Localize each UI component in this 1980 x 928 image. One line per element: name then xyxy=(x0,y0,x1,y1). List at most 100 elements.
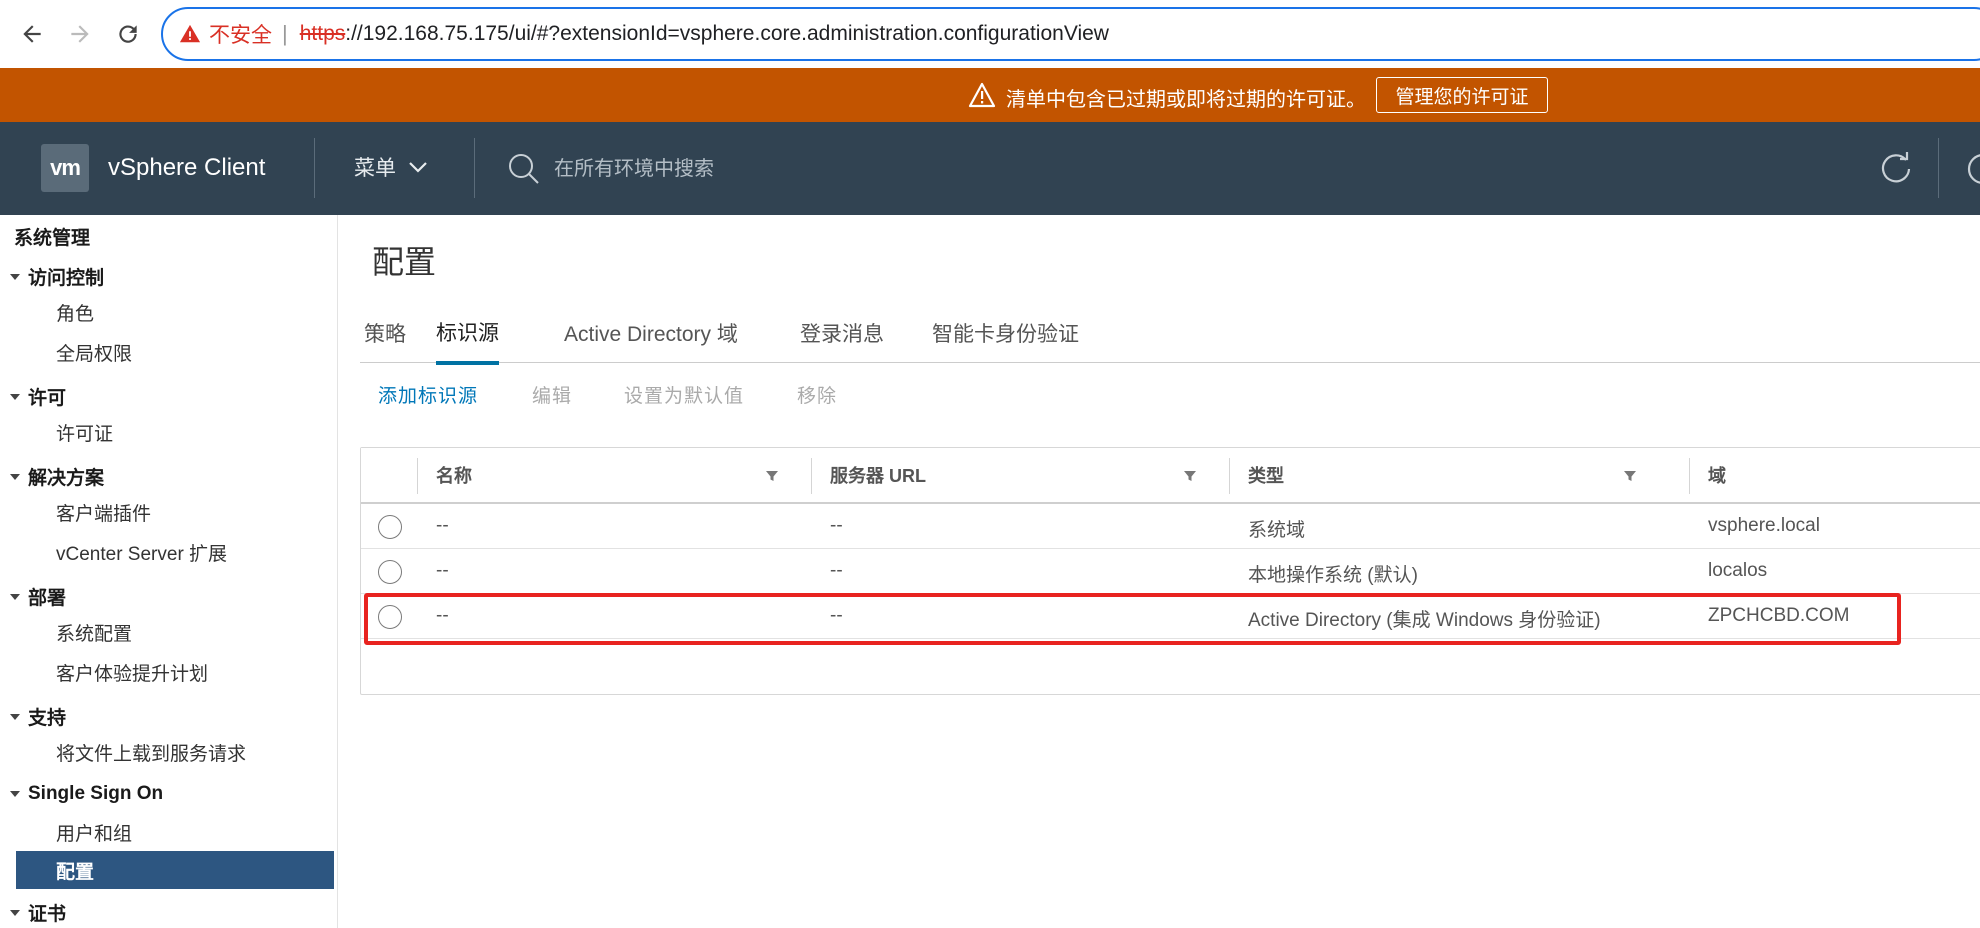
caret-down-icon xyxy=(10,909,20,916)
warning-icon[interactable] xyxy=(179,23,201,45)
refresh-icon[interactable] xyxy=(1876,149,1916,189)
browser-toolbar: 不安全 | https ://192.168.75.175/ui/#?exten… xyxy=(0,0,1980,68)
tab-active-directory-domain[interactable]: Active Directory 域 xyxy=(564,303,738,363)
add-identity-source-button[interactable]: 添加标识源 xyxy=(378,381,478,408)
sidebar-group-label: Single Sign On xyxy=(28,783,164,804)
license-banner: 清单中包含已过期或即将过期的许可证。 管理您的许可证 xyxy=(0,68,1980,122)
global-search[interactable] xyxy=(506,146,1026,192)
sidebar-item-global-permissions[interactable]: 全局权限 xyxy=(16,333,334,371)
chevron-down-icon xyxy=(409,162,427,173)
warning-icon xyxy=(968,82,996,108)
sidebar-group-support[interactable]: 支持 xyxy=(10,703,66,730)
cell-name: -- xyxy=(436,560,449,581)
table-row[interactable]: -- -- 本地操作系统 (默认) localos xyxy=(361,549,1980,594)
sidebar-item-upload-file[interactable]: 将文件上载到服务请求 xyxy=(16,733,334,771)
table-row[interactable]: -- -- 系统域 vsphere.local xyxy=(361,504,1980,549)
sidebar-group-label: 证书 xyxy=(28,904,67,925)
set-default-button[interactable]: 设置为默认值 xyxy=(624,381,744,408)
sidebar-group-access-control[interactable]: 访问控制 xyxy=(10,263,104,290)
caret-down-icon xyxy=(10,593,20,600)
column-separator xyxy=(811,458,812,494)
tab-smart-card[interactable]: 智能卡身份验证 xyxy=(932,303,1079,363)
sidebar-item-users-groups[interactable]: 用户和组 xyxy=(16,813,334,851)
url-text: ://192.168.75.175/ui/#?extensionId=vsphe… xyxy=(345,22,1109,45)
identity-sources-table: 名称 服务器 URL 类型 域 -- -- 系统域 vsphere.local … xyxy=(360,447,1980,695)
back-icon[interactable] xyxy=(12,14,52,54)
vm-logo: vm xyxy=(41,144,89,192)
menu-label: 菜单 xyxy=(354,157,396,180)
tab-login-message[interactable]: 登录消息 xyxy=(800,303,884,363)
tab-bar: 策略 标识源 Active Directory 域 登录消息 智能卡身份验证 xyxy=(360,303,1980,365)
column-separator xyxy=(417,458,418,494)
sidebar-item-vcenter-extensions[interactable]: vCenter Server 扩展 xyxy=(16,533,334,571)
row-select-radio[interactable] xyxy=(378,560,402,584)
caret-down-icon xyxy=(10,713,20,720)
search-icon xyxy=(509,154,539,184)
cell-server-url: -- xyxy=(830,560,843,581)
column-header-name[interactable]: 名称 xyxy=(436,448,472,502)
page-title: 配置 xyxy=(372,244,437,280)
tab-identity-sources[interactable]: 标识源 xyxy=(436,303,499,365)
row-select-radio[interactable] xyxy=(378,515,402,539)
tab-policies[interactable]: 策略 xyxy=(364,303,406,363)
cell-server-url: -- xyxy=(830,605,843,626)
reload-icon[interactable] xyxy=(108,14,148,54)
cell-domain: ZPCHCBD.COM xyxy=(1708,605,1850,626)
sidebar-item-client-plugins[interactable]: 客户端插件 xyxy=(16,493,334,531)
search-input[interactable] xyxy=(554,157,994,181)
sidebar-group-label: 解决方案 xyxy=(28,468,105,489)
sidebar-group-certificates[interactable]: 证书 xyxy=(10,899,66,926)
caret-down-icon xyxy=(10,273,20,280)
address-bar[interactable]: 不安全 | https ://192.168.75.175/ui/#?exten… xyxy=(161,7,1980,61)
cell-type: Active Directory (集成 Windows 身份验证) xyxy=(1248,610,1601,631)
table-row[interactable]: -- -- Active Directory (集成 Windows 身份验证)… xyxy=(361,594,1980,639)
cell-type: 系统域 xyxy=(1248,520,1306,541)
sidebar-item-roles[interactable]: 角色 xyxy=(16,293,334,331)
column-header-type[interactable]: 类型 xyxy=(1248,448,1284,502)
row-select-radio[interactable] xyxy=(378,605,402,629)
forward-icon[interactable] xyxy=(60,14,100,54)
main-content: 配置 策略 标识源 Active Directory 域 登录消息 智能卡身份验… xyxy=(338,215,1980,928)
manage-licenses-button[interactable]: 管理您的许可证 xyxy=(1376,77,1548,113)
banner-message: 清单中包含已过期或即将过期的许可证。 xyxy=(1006,89,1366,111)
sidebar-group-sso[interactable]: Single Sign On xyxy=(10,783,163,805)
table-header: 名称 服务器 URL 类型 域 xyxy=(361,448,1980,504)
insecure-label[interactable]: 不安全 xyxy=(209,19,272,49)
cell-domain: localos xyxy=(1708,560,1768,581)
caret-down-icon xyxy=(10,473,20,480)
column-separator xyxy=(1229,458,1230,494)
cell-domain: vsphere.local xyxy=(1708,515,1820,536)
cell-name: -- xyxy=(436,605,449,626)
sidebar-group-deployment[interactable]: 部署 xyxy=(10,583,66,610)
caret-down-icon xyxy=(10,393,20,400)
column-header-domain[interactable]: 域 xyxy=(1708,448,1726,502)
caret-down-icon xyxy=(10,791,20,797)
sidebar-group-licensing[interactable]: 许可 xyxy=(10,383,66,410)
menu-button[interactable]: 菜单 xyxy=(354,152,428,182)
sidebar-group-label: 支持 xyxy=(28,708,67,729)
sidebar: 系统管理 访问控制 角色 全局权限 许可 许可证 解决方案 客户端插件 vCen… xyxy=(0,215,338,928)
sidebar-group-label: 访问控制 xyxy=(28,268,105,289)
sidebar-item-ceip[interactable]: 客户体验提升计划 xyxy=(16,653,334,691)
sidebar-root[interactable]: 系统管理 xyxy=(14,223,90,250)
filter-icon[interactable] xyxy=(1623,469,1637,483)
filter-icon[interactable] xyxy=(1183,469,1197,483)
filter-icon[interactable] xyxy=(765,469,779,483)
column-header-server-url[interactable]: 服务器 URL xyxy=(830,448,926,502)
url-scheme: https xyxy=(299,22,346,45)
header-divider xyxy=(314,138,315,198)
sidebar-item-system-configuration[interactable]: 系统配置 xyxy=(16,613,334,651)
cell-server-url: -- xyxy=(830,515,843,536)
sidebar-item-licenses[interactable]: 许可证 xyxy=(16,413,334,451)
url-separator: | xyxy=(282,21,288,46)
cell-type: 本地操作系统 (默认) xyxy=(1248,565,1418,586)
app-title[interactable]: vSphere Client xyxy=(108,154,265,182)
sidebar-item-configuration[interactable]: 配置 xyxy=(16,851,334,889)
edit-button[interactable]: 编辑 xyxy=(532,381,572,408)
remove-button[interactable]: 移除 xyxy=(797,381,837,408)
help-icon[interactable] xyxy=(1963,149,1980,189)
sidebar-group-label: 许可 xyxy=(28,388,67,409)
column-separator xyxy=(1689,458,1690,494)
sidebar-group-label: 部署 xyxy=(28,588,67,609)
sidebar-group-solutions[interactable]: 解决方案 xyxy=(10,463,104,490)
